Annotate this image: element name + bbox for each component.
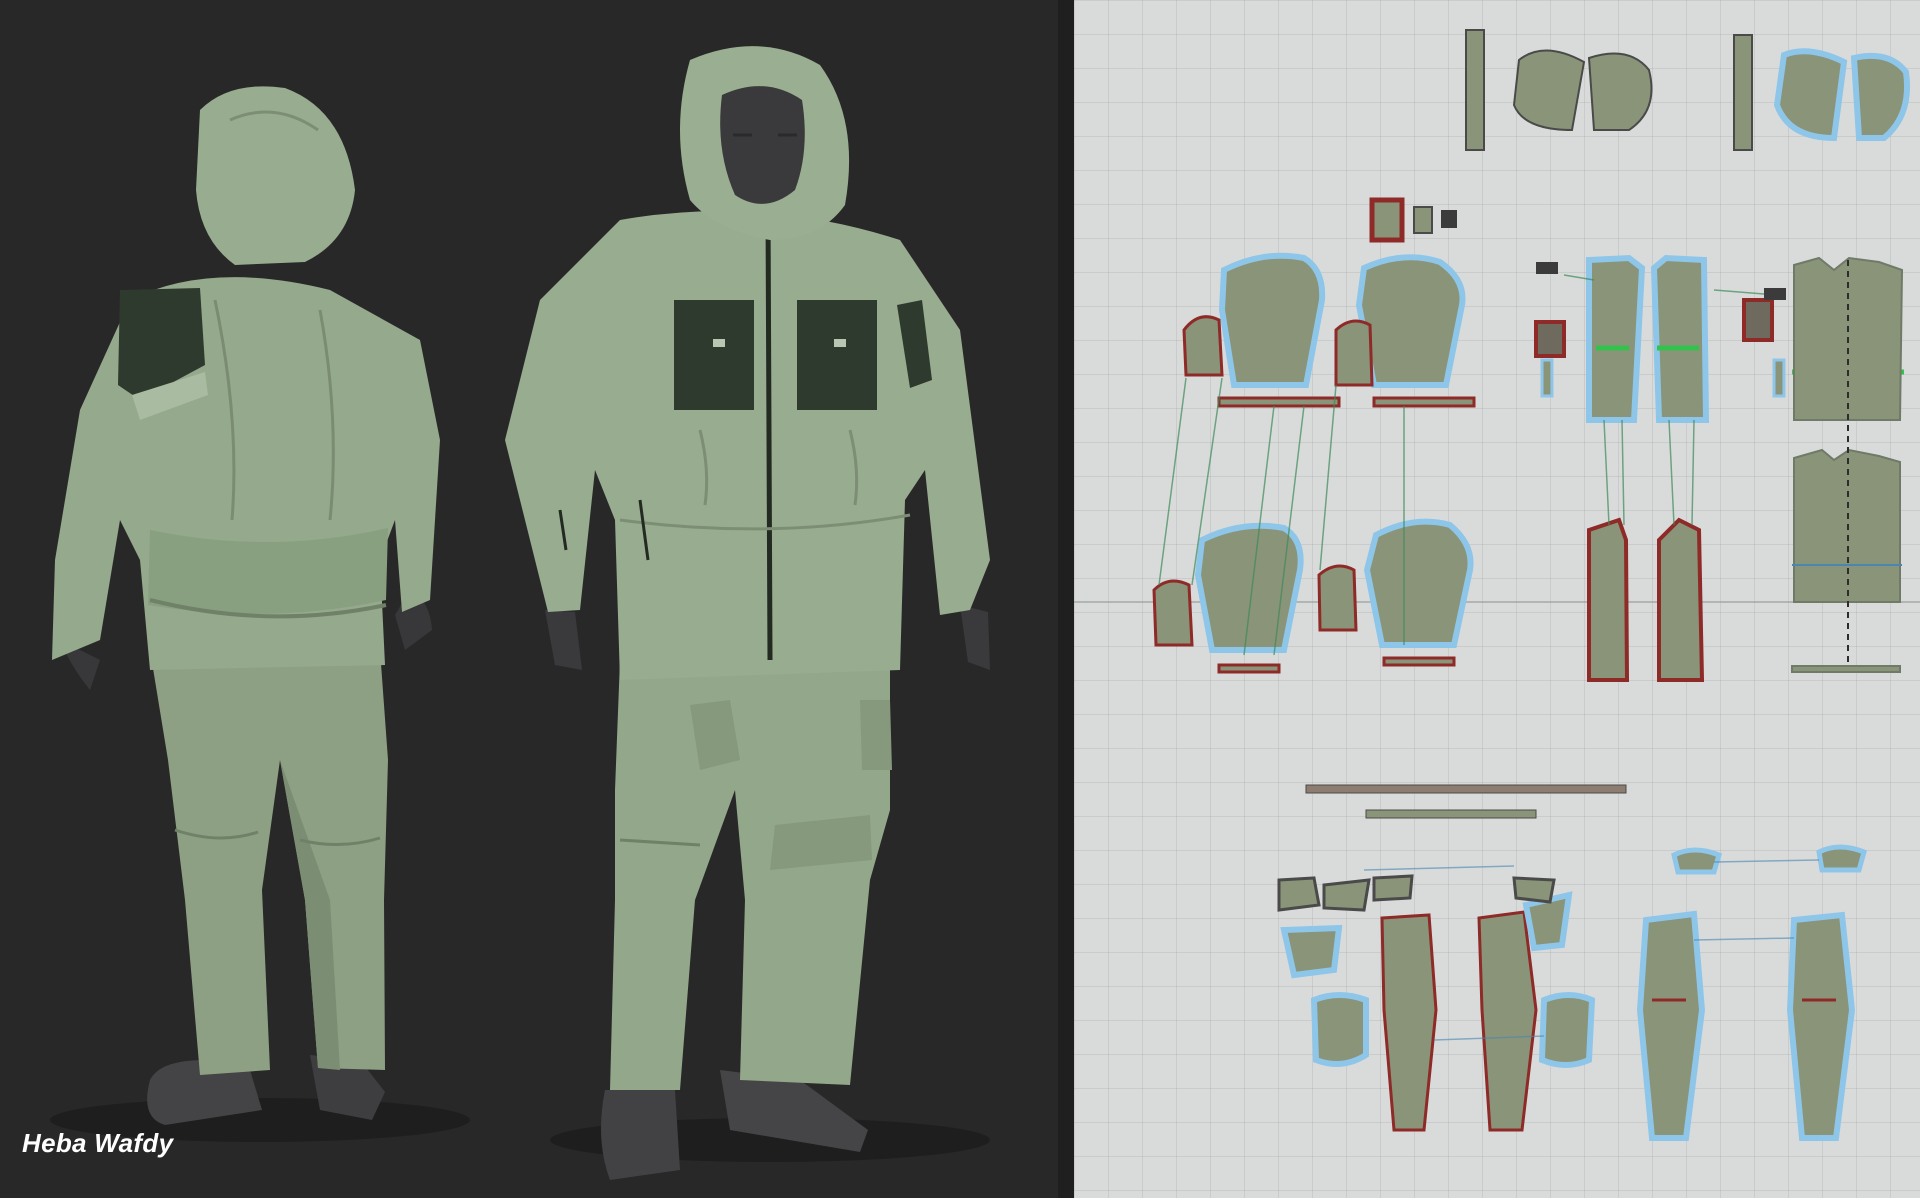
pattern-piece-hood[interactable] [1465,29,1910,151]
2d-pattern-window[interactable] [1074,0,1920,1198]
panel-divider[interactable] [1058,0,1074,1198]
pattern-piece-jacket-body[interactable] [1534,254,1786,682]
garment-render [50,46,990,1180]
pattern-piece-back-panel[interactable] [1791,256,1904,673]
avatar-front-view[interactable] [505,46,990,1180]
3d-viewport[interactable]: Heba Wafdy [0,0,1058,1198]
author-credit: Heba Wafdy [22,1128,174,1158]
avatar-back-view[interactable] [50,86,470,1142]
pattern-piece-pocket[interactable] [1369,197,1457,243]
pattern-piece-trousers[interactable] [1277,874,1596,1132]
pattern-piece-trousers-back[interactable] [1636,844,1868,1141]
pattern-piece-sleeve[interactable] [1152,252,1476,674]
pattern-canvas [1074,29,1920,1141]
pattern-piece-waistband[interactable] [1305,784,1627,819]
